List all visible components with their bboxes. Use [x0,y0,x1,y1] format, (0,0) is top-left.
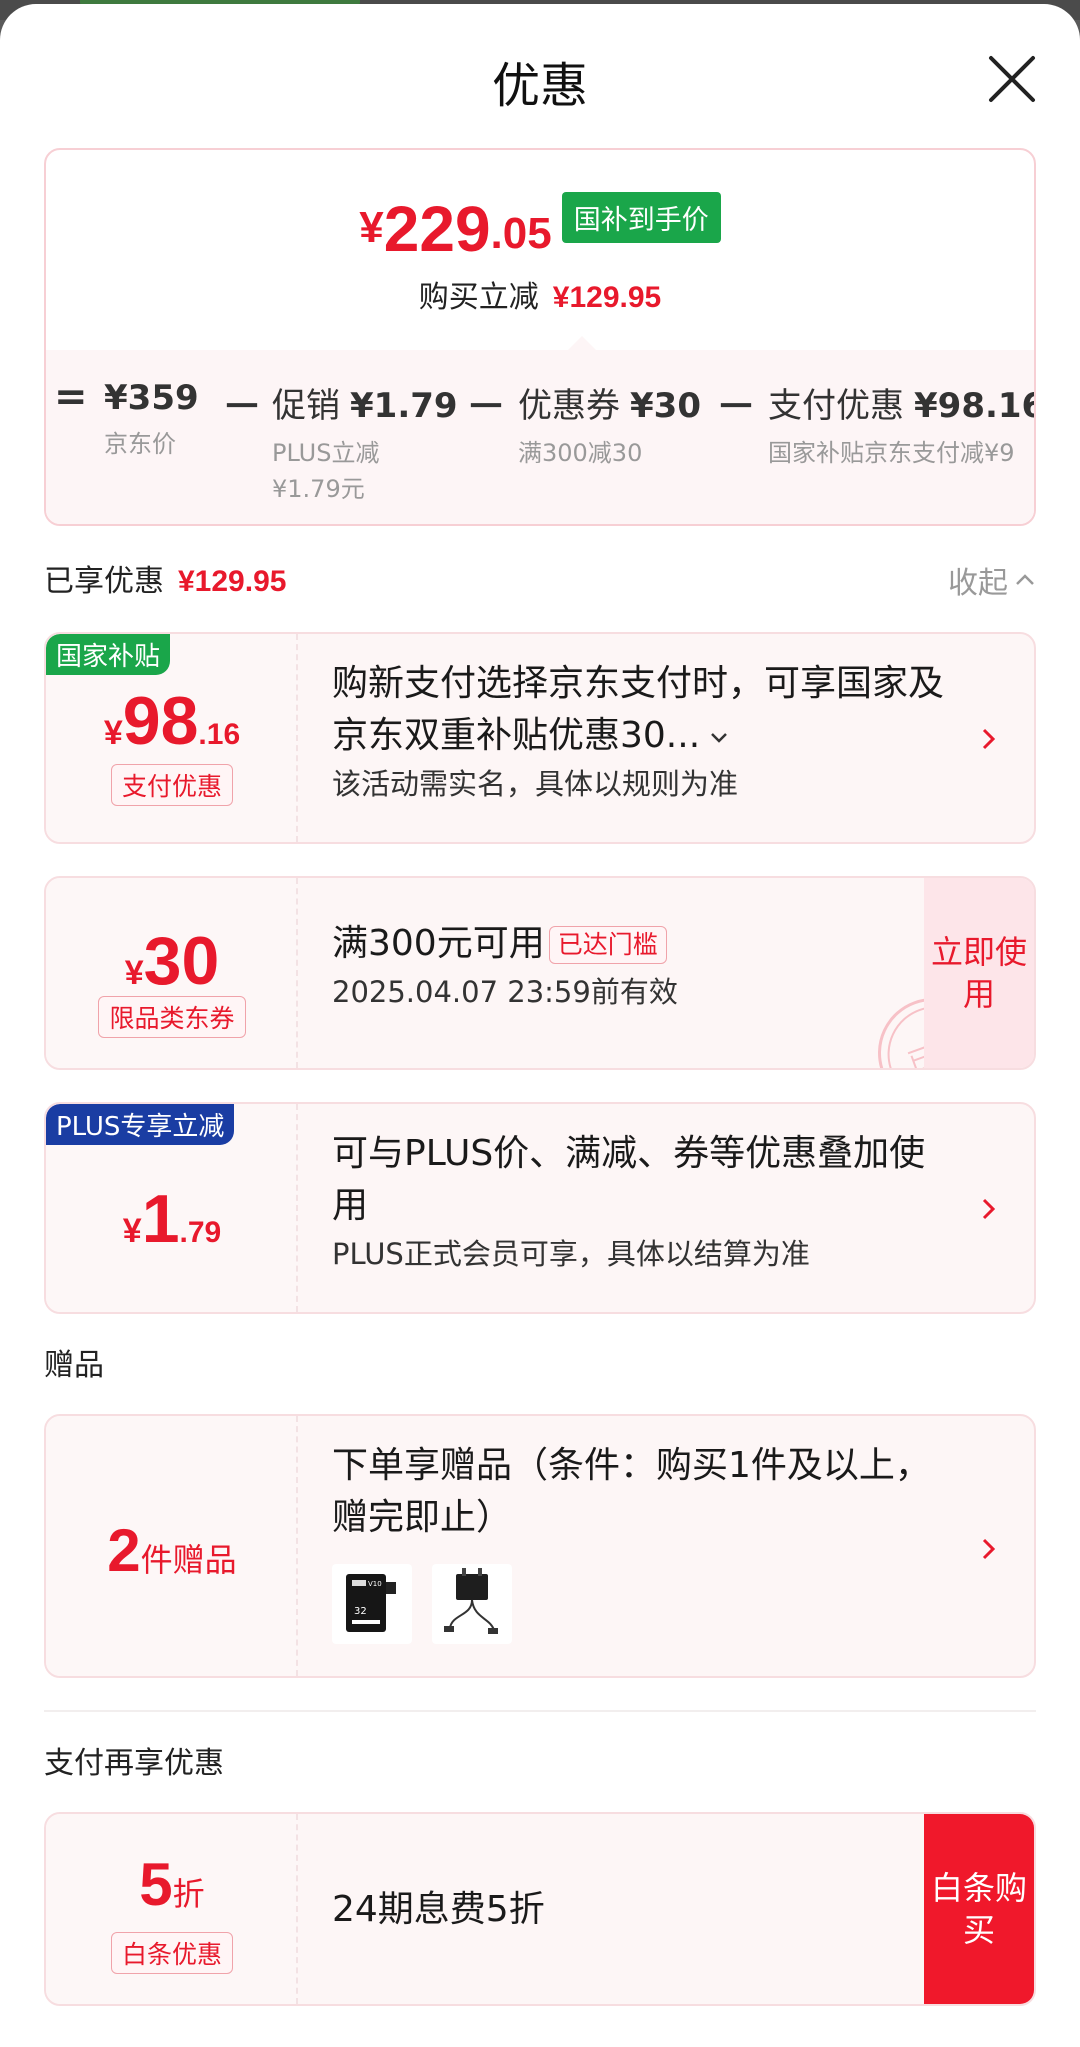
chevron-down-icon[interactable] [708,726,730,748]
operator-minus: － [716,384,756,430]
enjoyed-value: ¥129.95 [178,565,287,598]
breakdown-label: 优惠券 [518,386,620,426]
subsidy-amount: ¥98.16 [46,682,298,760]
plus-title: 可与PLUS价、满减、券等优惠叠加使用 [332,1133,926,1226]
svg-text:32: 32 [354,1606,367,1617]
gift-heading: 赠品 [44,1348,104,1383]
coupon-pill: 限品类东券 [46,996,298,1038]
plus-desc: PLUS正式会员可享，具体以结算为准 [332,1237,810,1271]
collapse-button[interactable]: 收起 [948,558,1036,602]
amount-int: 1 [141,1181,180,1257]
currency-symbol: ¥ [103,714,123,752]
final-price-dec: .05 [490,209,552,258]
amount-dec: .79 [179,1216,222,1249]
discount-unit: 折 [172,1875,205,1913]
discount-sheet: 优惠 ¥ 229 .05 国补到手价 购买立减 ¥129.95 = ¥359 京东… [0,4,1080,2047]
plus-body: 可与PLUS价、满减、券等优惠叠加使用 PLUS正式会员可享，具体以结算为准 [332,1128,944,1274]
breakdown-sub: 满300减30 [518,439,643,467]
baitiao-body: 24期息费5折 [332,1884,904,1936]
pill-label: 白条优惠 [110,1932,233,1974]
final-price: ¥ 229 .05 国补到手价 [46,192,1034,261]
operator-equals: = [54,374,88,420]
collapse-label: 收起 [948,566,1008,601]
final-price-tag: 国补到手价 [561,192,721,243]
threshold-tag: 已达门槛 [548,926,667,964]
baitiao-pill: 白条优惠 [46,1932,298,1974]
chevron-right-icon[interactable] [978,1194,1000,1224]
baitiao-buy-button[interactable]: 白条购买 [924,1814,1034,2004]
subsidy-pill: 支付优惠 [46,764,298,806]
gift-thumb-sd-card[interactable]: V10 32 [332,1564,412,1644]
amount-dec: .16 [198,718,241,751]
operator-minus: － [222,384,262,430]
discount-number: 5 [139,1851,173,1918]
subsidy-title: 购新支付选择京东支付时，可享国家及京东双重补贴优惠30... [332,663,945,756]
subsidy-card[interactable]: 国家补贴 ¥98.16 支付优惠 购新支付选择京东支付时，可享国家及京东双重补贴… [44,632,1036,844]
currency-symbol: ¥ [124,954,144,992]
breakdown-sub-2: ¥1.79元 [272,475,365,503]
gift-card[interactable]: 2件赠品 下单享赠品（条件：购买1件及以上，赠完即止） V10 32 [44,1414,1036,1678]
subsidy-desc: 该活动需实名，具体以规则为准 [332,767,739,801]
breakdown-value: ¥30 [630,386,701,426]
plus-amount: ¥1.79 [46,1180,298,1258]
breakdown-value: ¥359 [104,378,199,418]
saving-label: 购买立减 [418,280,539,315]
breakdown-label: 促销 [272,386,340,426]
breakdown-value: ¥1.79 [350,386,458,426]
baitiao-discount: 5折 [46,1850,298,1919]
plus-corner-tag: PLUS专享立减 [46,1104,235,1145]
price-summary: ¥ 229 .05 国补到手价 购买立减 ¥129.95 = ¥359 京东价 －… [44,148,1036,526]
breakdown-item-promo: 促销 ¥1.79 PLUS立减 ¥1.79元 [272,378,458,507]
chevron-right-icon[interactable] [978,724,1000,754]
pill-label: 限品类东券 [98,996,246,1038]
coupon-amount: ¥30 [46,922,298,1000]
gift-body: 下单享赠品（条件：购买1件及以上，赠完即止） [332,1440,944,1544]
breakdown-item-coupon: 优惠券 ¥30 满300减30 [518,378,701,471]
plus-card[interactable]: PLUS专享立减 ¥1.79 可与PLUS价、满减、券等优惠叠加使用 PLUS正… [44,1102,1036,1314]
gift-thumb-adapter[interactable] [432,1564,512,1644]
gift-title: 下单享赠品（条件：购买1件及以上，赠完即止） [332,1445,931,1538]
breakdown-value: ¥98.16 [914,386,1036,426]
pay-heading: 支付再享优惠 [44,1746,224,1781]
baitiao-card: 5折 白条优惠 24期息费5折 白条购买 [44,1812,1036,2006]
saving-row: 购买立减 ¥129.95 [46,272,1034,316]
section-divider [44,1710,1036,1712]
pill-label: 支付优惠 [110,764,233,806]
currency-symbol: ¥ [122,1212,142,1250]
breakdown-item-jd-price: ¥359 京东价 [104,378,199,462]
gift-count: 2件赠品 [46,1516,298,1585]
gift-count-unit: 件赠品 [140,1541,237,1579]
close-icon[interactable] [985,52,1039,106]
chevron-up-icon [1016,574,1034,585]
subsidy-corner-tag: 国家补贴 [46,634,171,675]
subsidy-body: 购新支付选择京东支付时，可享国家及京东双重补贴优惠30... 该活动需实名，具体… [332,658,944,804]
amount-int: 98 [122,683,199,759]
enjoyed-label: 已享优惠 [44,564,164,599]
saving-value: ¥129.95 [552,281,662,314]
breakdown-sub: 国家补贴京东支付减¥9 [768,439,1015,467]
sheet-title: 优惠 [491,58,588,114]
final-price-int: 229 [383,193,491,265]
chevron-right-icon[interactable] [978,1534,1000,1564]
gift-count-number: 2 [107,1517,141,1584]
operator-minus: － [466,384,506,430]
coupon-validity: 2025.04.07 23:59前有效 [332,975,678,1009]
svg-text:V10: V10 [368,1580,382,1588]
breakdown-sub: PLUS立减 [272,439,380,467]
coupon-body: 满300元可用 已达门槛 2025.04.07 23:59前有效 [332,918,904,1012]
breakdown-item-payment: 支付优惠 ¥98.16 国家补贴京东支付减¥9 [768,378,1036,471]
coupon-card: ¥30 限品类东券 满300元可用 已达门槛 2025.04.07 23:59前有… [44,876,1036,1070]
breakdown-label: 支付优惠 [768,386,904,426]
baitiao-title: 24期息费5折 [332,1889,545,1930]
coupon-title: 满300元可用 [332,923,545,964]
currency-symbol: ¥ [359,203,384,252]
price-breakdown: = ¥359 京东价 － 促销 ¥1.79 PLUS立减 ¥1.79元 － 优惠券… [46,350,1036,524]
enjoyed-heading: 已享优惠 ¥129.95 [44,556,286,600]
breakdown-sub: 京东价 [104,430,176,458]
use-now-button[interactable]: 立即使用 [924,878,1034,1068]
amount-int: 30 [143,923,220,999]
